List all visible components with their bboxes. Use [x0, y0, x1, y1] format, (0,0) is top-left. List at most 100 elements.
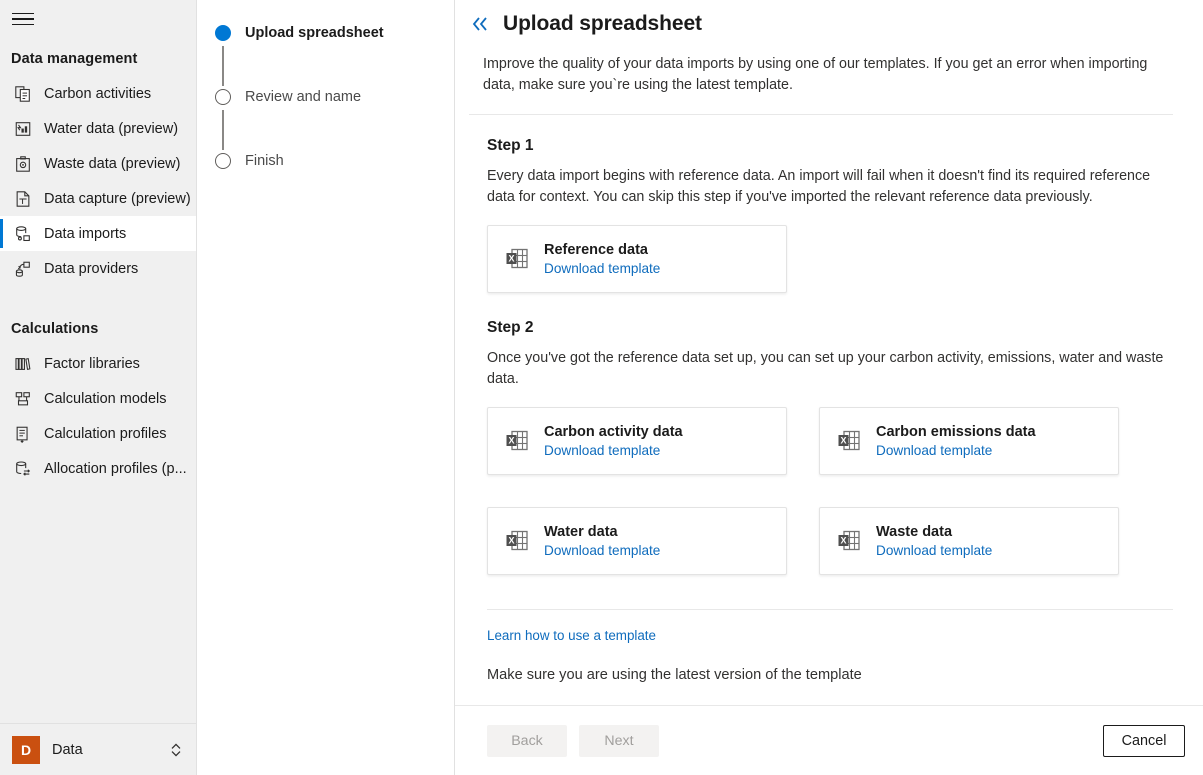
card-title: Carbon activity data — [544, 424, 683, 440]
wizard-step-label: Finish — [245, 150, 284, 172]
step-indicator-icon — [215, 25, 231, 41]
wizard-step-upload-spreadsheet[interactable]: Upload spreadsheet — [215, 22, 454, 46]
hamburger-icon[interactable] — [0, 4, 48, 34]
profile-document-icon — [14, 425, 32, 443]
nav-group-title-calculations: Calculations — [0, 312, 196, 346]
template-card-carbon-activity-data[interactable]: X Carbon activity data Download template — [487, 407, 787, 475]
sidebar-item-label: Allocation profiles (p... — [44, 461, 187, 477]
sidebar-item-calculation-profiles[interactable]: Calculation profiles — [0, 416, 196, 451]
card-text: Waste data Download template — [876, 524, 992, 558]
back-button[interactable]: Back — [487, 725, 567, 757]
step1-card-grid: X Reference data Download template — [487, 225, 1173, 293]
sidebar-item-label: Calculation profiles — [44, 426, 167, 442]
wizard-step-finish[interactable]: Finish — [215, 150, 454, 174]
excel-file-icon: X — [836, 528, 862, 554]
download-template-link[interactable]: Download template — [876, 443, 1036, 458]
data-provider-icon — [14, 260, 32, 278]
document-copy-icon — [14, 85, 32, 103]
app-root: Data management Carbon activities — [0, 0, 1203, 775]
sidebar-item-factor-libraries[interactable]: Factor libraries — [0, 346, 196, 381]
step-connector — [215, 110, 231, 150]
nav-group-title-data-management: Data management — [0, 42, 196, 76]
library-books-icon — [14, 355, 32, 373]
sidebar-item-waste-data[interactable]: Waste data (preview) — [0, 146, 196, 181]
learn-how-to-use-template-link[interactable]: Learn how to use a template — [487, 628, 656, 643]
sidebar-item-label: Data capture (preview) — [44, 191, 191, 207]
sidebar-item-data-capture[interactable]: Data capture (preview) — [0, 181, 196, 216]
template-card-waste-data[interactable]: X Waste data Download template — [819, 507, 1119, 575]
page-title-row: Upload spreadsheet — [469, 12, 1173, 36]
cancel-button[interactable]: Cancel — [1103, 725, 1185, 757]
sidebar-item-label: Water data (preview) — [44, 121, 178, 137]
page-title: Upload spreadsheet — [503, 12, 702, 36]
nav-group-spacer — [0, 286, 196, 312]
chevron-up-down-icon[interactable] — [168, 742, 184, 758]
wizard-footer: Back Next Cancel — [455, 705, 1203, 775]
sidebar-item-calculation-models[interactable]: Calculation models — [0, 381, 196, 416]
svg-text:X: X — [508, 535, 514, 545]
page-intro-text: Improve the quality of your data imports… — [483, 54, 1173, 96]
card-text: Carbon emissions data Download template — [876, 424, 1036, 458]
card-title: Reference data — [544, 242, 660, 258]
excel-file-icon: X — [836, 428, 862, 454]
sidebar: Data management Carbon activities — [0, 0, 197, 775]
wizard-step-review-and-name[interactable]: Review and name — [215, 86, 454, 110]
download-template-link[interactable]: Download template — [544, 543, 660, 558]
sidebar-item-data-imports[interactable]: Data imports — [0, 216, 196, 251]
download-template-link[interactable]: Download template — [544, 443, 683, 458]
next-button[interactable]: Next — [579, 725, 659, 757]
sidebar-item-label: Carbon activities — [44, 86, 151, 102]
document-table-icon — [14, 190, 32, 208]
database-import-icon — [14, 225, 32, 243]
sidebar-item-allocation-profiles[interactable]: Allocation profiles (p... — [0, 451, 196, 486]
excel-file-icon: X — [504, 428, 530, 454]
double-chevron-left-icon[interactable] — [469, 13, 491, 35]
card-title: Carbon emissions data — [876, 424, 1036, 440]
waste-bin-icon — [14, 155, 32, 173]
section-divider — [487, 609, 1173, 610]
step2-card-grid: X Carbon activity data Download template — [487, 407, 1173, 575]
sidebar-item-label: Factor libraries — [44, 356, 140, 372]
svg-text:X: X — [508, 435, 514, 445]
template-card-reference-data[interactable]: X Reference data Download template — [487, 225, 787, 293]
latest-version-note: Make sure you are using the latest versi… — [487, 667, 1173, 683]
svg-text:X: X — [508, 253, 514, 263]
template-card-water-data[interactable]: X Water data Download template — [487, 507, 787, 575]
step2-title: Step 2 — [487, 319, 1173, 337]
sidebar-item-label: Data imports — [44, 226, 126, 242]
sidebar-item-data-providers[interactable]: Data providers — [0, 251, 196, 286]
card-text: Carbon activity data Download template — [544, 424, 683, 458]
card-title: Waste data — [876, 524, 992, 540]
wizard-step-label: Upload spreadsheet — [245, 22, 384, 44]
download-template-link[interactable]: Download template — [544, 261, 660, 276]
step1-title: Step 1 — [487, 137, 1173, 155]
wizard-step-label: Review and name — [245, 86, 361, 108]
card-title: Water data — [544, 524, 660, 540]
main-body: Step 1 Every data import begins with ref… — [455, 115, 1203, 705]
main-panel: Upload spreadsheet Improve the quality o… — [455, 0, 1203, 775]
model-nodes-icon — [14, 390, 32, 408]
download-template-link[interactable]: Download template — [876, 543, 992, 558]
sidebar-item-label: Data providers — [44, 261, 138, 277]
sidebar-item-label: Waste data (preview) — [44, 156, 180, 172]
allocation-database-icon — [14, 460, 32, 478]
sidebar-item-carbon-activities[interactable]: Carbon activities — [0, 76, 196, 111]
card-text: Water data Download template — [544, 524, 660, 558]
step-indicator-icon — [215, 153, 231, 169]
step-connector — [215, 46, 231, 86]
water-chart-icon — [14, 120, 32, 138]
account-switcher[interactable]: D Data — [0, 723, 196, 775]
step1-description: Every data import begins with reference … — [487, 166, 1173, 208]
sidebar-nav: Data management Carbon activities — [0, 34, 196, 723]
account-name: Data — [52, 742, 156, 758]
svg-text:X: X — [840, 535, 846, 545]
sidebar-item-water-data[interactable]: Water data (preview) — [0, 111, 196, 146]
excel-file-icon: X — [504, 528, 530, 554]
card-text: Reference data Download template — [544, 242, 660, 276]
step2-description: Once you've got the reference data set u… — [487, 348, 1173, 390]
main-header: Upload spreadsheet Improve the quality o… — [455, 0, 1203, 115]
avatar: D — [12, 736, 40, 764]
template-card-carbon-emissions-data[interactable]: X Carbon emissions data Download templat… — [819, 407, 1119, 475]
sidebar-item-label: Calculation models — [44, 391, 167, 407]
step-indicator-icon — [215, 89, 231, 105]
